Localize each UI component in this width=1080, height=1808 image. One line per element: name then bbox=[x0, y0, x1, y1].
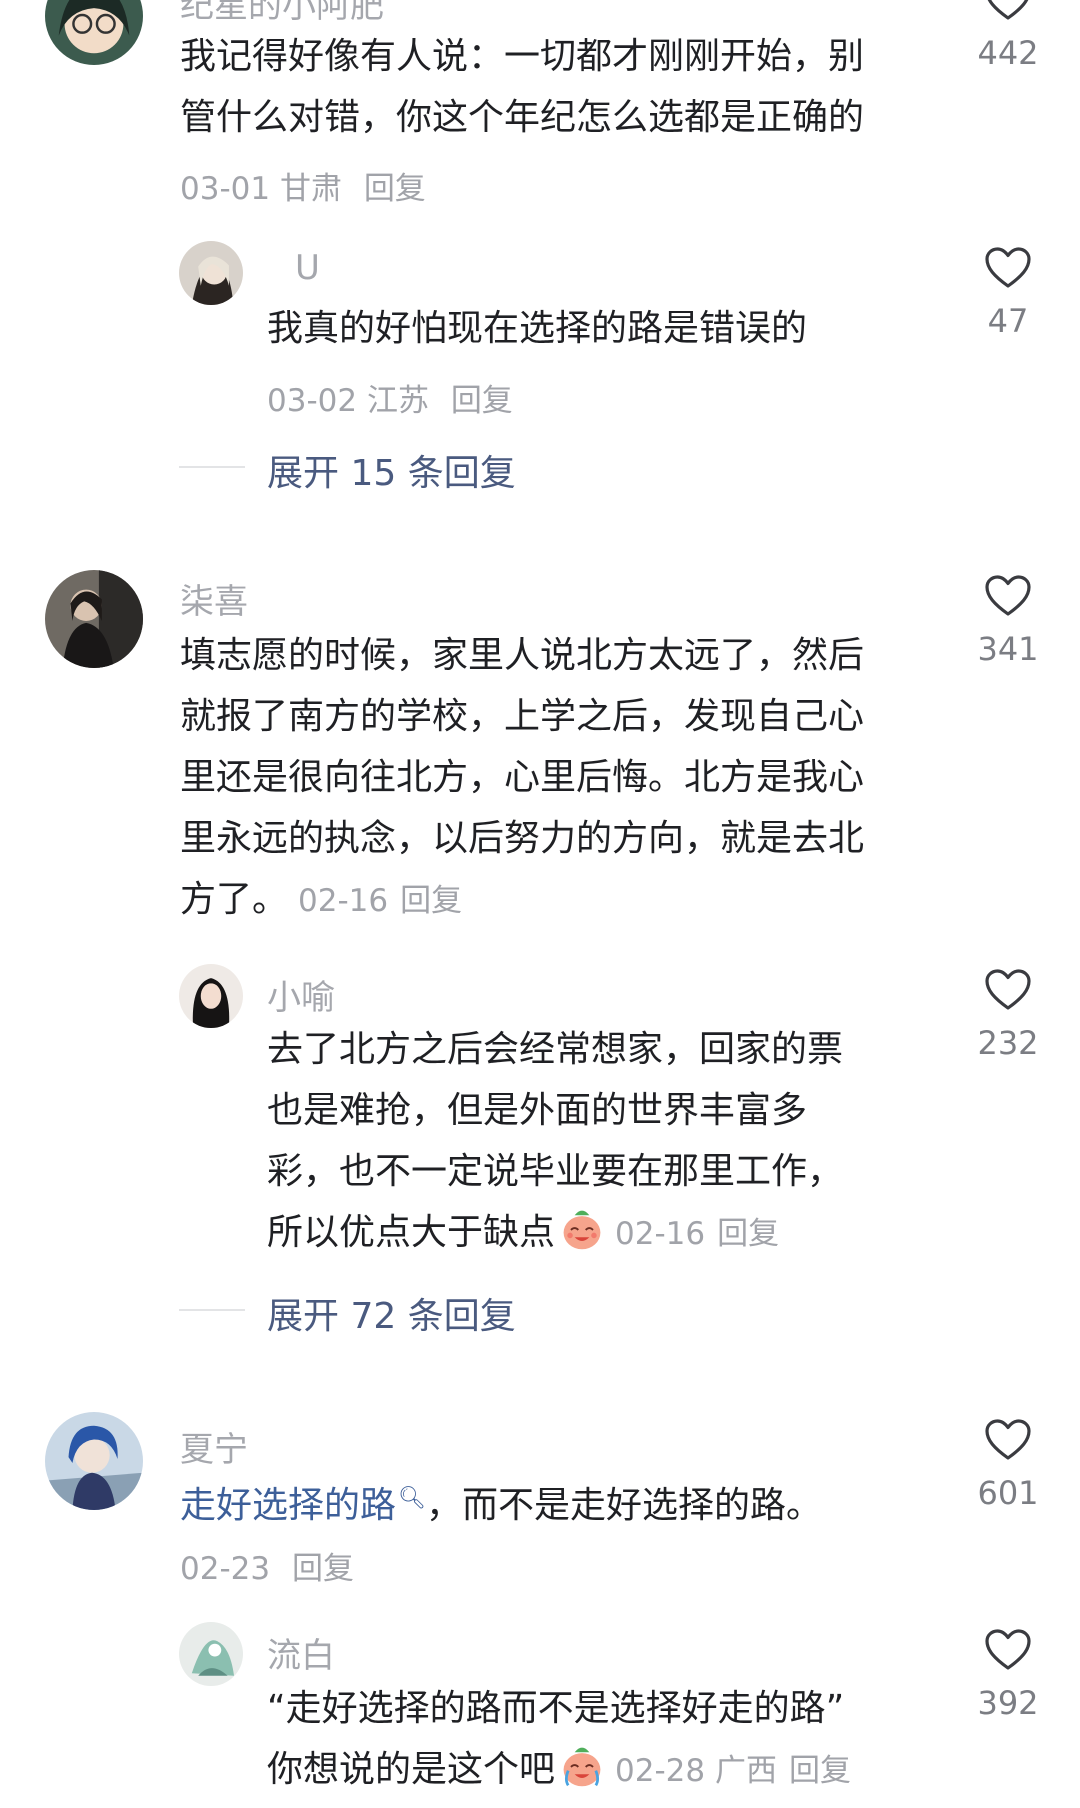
comment-meta: 02-23 回复 bbox=[180, 1543, 354, 1588]
avatar[interactable] bbox=[45, 0, 143, 65]
crying-laughing-emoji-icon bbox=[559, 1743, 605, 1789]
like-count: 232 bbox=[977, 1024, 1039, 1062]
like-button[interactable]: 601 bbox=[972, 1418, 1044, 1512]
avatar[interactable] bbox=[45, 570, 143, 668]
heart-icon bbox=[985, 969, 1031, 1010]
heart-icon bbox=[985, 1419, 1031, 1460]
reply-username[interactable]: 流白 bbox=[267, 1628, 335, 1677]
expand-replies-button[interactable]: 展开 72 条回复 bbox=[267, 1287, 516, 1339]
reply-button[interactable]: 回复 bbox=[292, 1551, 354, 1587]
reply-text-line-last: 你想说的是这个吧 02-28 广西 回复 bbox=[267, 1739, 851, 1802]
reply-username[interactable]: 小喻 bbox=[267, 970, 335, 1019]
comment-text-line: 里还是很向往北方，心里后悔。北方是我心 bbox=[180, 757, 865, 798]
comment-text-line: 里永远的执念，以后努力的方向，就是去北 bbox=[180, 818, 865, 859]
expand-divider bbox=[179, 466, 245, 468]
reply-meta: 02-28 广西 回复 bbox=[615, 1753, 851, 1789]
heart-icon bbox=[987, 0, 1029, 20]
reply-button[interactable]: 回复 bbox=[717, 1216, 779, 1252]
smiling-face-emoji-icon bbox=[559, 1206, 605, 1252]
expand-divider bbox=[179, 1309, 245, 1311]
reply-button[interactable]: 回复 bbox=[400, 883, 462, 919]
comment-text-line-last: 方了。 02-16 回复 bbox=[180, 879, 463, 920]
reply-date: 02-28 bbox=[615, 1753, 706, 1789]
avatar[interactable] bbox=[45, 1412, 143, 1510]
avatar[interactable] bbox=[179, 241, 243, 305]
comment-text: 填志愿的时候，家里人说北方太远了，然后 就报了南方的学校，上学之后，发现自己心 … bbox=[180, 625, 864, 932]
reply-button[interactable]: 回复 bbox=[451, 383, 513, 419]
comment-text: 我记得好像有人说：一切都才刚刚开始，别 管什么对错，你这个年纪怎么选都是正确的 bbox=[180, 26, 864, 148]
avatar[interactable] bbox=[179, 1622, 243, 1686]
reply-meta: 02-16 回复 bbox=[615, 1216, 779, 1252]
like-button[interactable]: 392 bbox=[972, 1628, 1044, 1722]
comment-text-line: 填志愿的时候，家里人说北方太远了，然后 bbox=[180, 635, 865, 676]
reply-text-line: 我真的好怕现在选择的路是错误的 bbox=[267, 308, 808, 349]
comment-date: 02-16 bbox=[298, 883, 389, 919]
search-link[interactable]: 走好选择的路 bbox=[180, 1485, 396, 1526]
reply-button[interactable]: 回复 bbox=[789, 1753, 851, 1789]
reply-text: 去了北方之后会经常想家，回家的票 也是难抢，但是外面的世界丰富多 彩，也不一定说… bbox=[267, 1019, 843, 1265]
reply-text-line: 也是难抢，但是外面的世界丰富多 bbox=[267, 1090, 808, 1131]
like-count: 341 bbox=[977, 630, 1039, 668]
like-button[interactable]: 442 bbox=[972, 0, 1044, 72]
reply-location: 江苏 bbox=[366, 383, 429, 419]
reply-meta: 03-02 江苏 回复 bbox=[267, 375, 513, 420]
comment-text-line: 就报了南方的学校，上学之后，发现自己心 bbox=[180, 696, 865, 737]
avatar[interactable] bbox=[179, 964, 243, 1028]
like-button[interactable]: 47 bbox=[972, 246, 1044, 340]
comment-date: 02-23 bbox=[180, 1551, 271, 1587]
like-button[interactable]: 341 bbox=[972, 574, 1044, 668]
reply-text-line-last: 所以优点大于缺点 02-16 回复 bbox=[267, 1202, 843, 1265]
reply-date: 03-02 bbox=[267, 383, 358, 419]
like-count: 392 bbox=[977, 1684, 1039, 1722]
reply-date: 02-16 bbox=[615, 1216, 706, 1252]
comment-username[interactable]: 纪星的小阿肥 bbox=[180, 0, 384, 27]
like-count: 47 bbox=[987, 302, 1029, 340]
reply-text-line: 去了北方之后会经常想家，回家的票 bbox=[267, 1029, 844, 1070]
reply-text: “走好选择的路而不是选择好走的路” 你想说的是这个吧 02-28 广西 回复 bbox=[267, 1678, 851, 1802]
reply-text-line: 彩，也不一定说毕业要在那里工作， bbox=[267, 1151, 844, 1192]
like-count: 601 bbox=[977, 1474, 1039, 1512]
like-count: 442 bbox=[977, 34, 1039, 72]
comment-meta: 02-16 回复 bbox=[298, 883, 462, 919]
comment-text-line: 我记得好像有人说：一切都才刚刚开始，别 bbox=[180, 36, 865, 77]
comment-date: 03-01 bbox=[180, 171, 271, 207]
expand-replies-button[interactable]: 展开 15 条回复 bbox=[267, 444, 516, 496]
comment-username[interactable]: 柒喜 bbox=[180, 574, 248, 623]
reply-button[interactable]: 回复 bbox=[364, 171, 426, 207]
heart-icon bbox=[985, 1629, 1031, 1670]
reply-text: 我真的好怕现在选择的路是错误的 bbox=[267, 298, 807, 359]
comment-username[interactable]: 夏宁 bbox=[180, 1422, 248, 1471]
reply-text-line: “走好选择的路而不是选择好走的路” bbox=[267, 1688, 845, 1729]
comment-text-line: 走好选择的路🔍︎，而不是走好选择的路。 bbox=[180, 1485, 822, 1526]
reply-location: 广西 bbox=[714, 1753, 777, 1789]
comment-text-line: 管什么对错，你这个年纪怎么选都是正确的 bbox=[180, 97, 865, 138]
heart-icon bbox=[985, 247, 1031, 288]
comment-location: 甘肃 bbox=[279, 171, 342, 207]
reply-username[interactable]: U bbox=[295, 248, 320, 288]
like-button[interactable]: 232 bbox=[972, 968, 1044, 1062]
heart-icon bbox=[985, 575, 1031, 616]
comment-text: 走好选择的路🔍︎，而不是走好选择的路。 bbox=[180, 1468, 822, 1536]
comment-meta: 03-01 甘肃 回复 bbox=[180, 163, 426, 208]
search-link-icon[interactable]: 🔍︎ bbox=[398, 1486, 426, 1511]
